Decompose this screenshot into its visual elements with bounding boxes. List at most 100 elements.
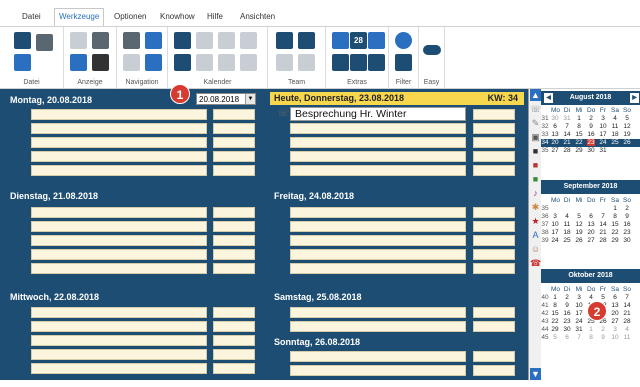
appointment-entry[interactable]: Besprechung Hr. Winter xyxy=(290,107,466,121)
calendar-week-icon[interactable] xyxy=(196,32,213,49)
calendar-day[interactable]: 17 xyxy=(599,131,607,138)
date-picker[interactable]: 20.08.2018 ▼ xyxy=(196,93,256,105)
appointment-slot[interactable] xyxy=(290,351,466,362)
calendar-day[interactable]: 25 xyxy=(563,237,571,244)
appointment-time-slot[interactable] xyxy=(213,221,255,232)
layout-icon[interactable] xyxy=(92,32,109,49)
appointment-time-slot[interactable] xyxy=(473,365,515,376)
letter-a-icon[interactable]: A xyxy=(530,229,541,241)
calendar-day[interactable]: 16 xyxy=(587,131,595,138)
calendar-date-icon[interactable]: 28 xyxy=(350,32,367,49)
appointment-slot[interactable] xyxy=(31,235,207,246)
appointment-slot[interactable] xyxy=(290,321,466,332)
alarm-icon[interactable]: ☎ xyxy=(530,257,541,269)
contacts-icon[interactable] xyxy=(276,32,293,49)
calendar-day[interactable]: 19 xyxy=(623,131,631,138)
calendar-day[interactable]: 18 xyxy=(611,131,619,138)
prev-month-icon[interactable]: ◀ xyxy=(544,93,553,103)
calendar-day[interactable]: 24 xyxy=(599,139,607,146)
calendar-day[interactable]: 8 xyxy=(551,302,559,309)
menu-ansichten[interactable]: Ansichten xyxy=(240,12,275,21)
appointment-time-slot[interactable] xyxy=(213,137,255,148)
calendar-day[interactable]: 2 xyxy=(623,205,631,212)
calendar-day[interactable]: 10 xyxy=(551,221,559,228)
calendar-day[interactable]: 1 xyxy=(575,115,583,122)
appointment-slot[interactable] xyxy=(31,151,207,162)
view-icon[interactable] xyxy=(70,32,87,49)
calendar-day[interactable]: 23 xyxy=(563,318,571,325)
calendar-day[interactable]: 10 xyxy=(575,302,583,309)
calendar-day[interactable]: 15 xyxy=(575,131,583,138)
appointment-slot[interactable] xyxy=(31,349,207,360)
printer-icon[interactable]: ■ xyxy=(530,145,541,157)
calendar-day[interactable]: 1 xyxy=(551,294,559,301)
appointment-time-slot[interactable] xyxy=(473,109,515,120)
gift-icon[interactable] xyxy=(350,54,367,71)
calendar-day[interactable]: 4 xyxy=(563,213,571,220)
appointment-time-slot[interactable] xyxy=(473,137,515,148)
calendar-day[interactable]: 30 xyxy=(551,115,559,122)
appointment-time-slot[interactable] xyxy=(473,151,515,162)
calendar-timeline-icon[interactable] xyxy=(240,54,257,71)
chevron-down-icon[interactable]: ▼ xyxy=(245,94,255,104)
globe-icon[interactable] xyxy=(395,32,412,49)
calendar-day[interactable]: 22 xyxy=(551,318,559,325)
team-chat-icon[interactable] xyxy=(276,54,293,71)
appointment-time-slot[interactable] xyxy=(473,249,515,260)
appointment-time-slot[interactable] xyxy=(213,263,255,274)
calendar-day[interactable]: 14 xyxy=(623,302,631,309)
award-icon[interactable] xyxy=(368,32,385,49)
hourglass-icon[interactable] xyxy=(368,54,385,71)
appointment-slot[interactable] xyxy=(290,137,466,148)
menu-werkzeuge[interactable]: Werkzeuge xyxy=(54,8,105,27)
calendar-day[interactable]: 13 xyxy=(551,131,559,138)
print-icon[interactable] xyxy=(36,34,53,51)
appointment-time-slot[interactable] xyxy=(473,307,515,318)
appointment-time-slot[interactable] xyxy=(213,151,255,162)
calendar-day[interactable]: 4 xyxy=(623,326,631,333)
appointment-slot[interactable] xyxy=(290,263,466,274)
appointment-slot[interactable] xyxy=(31,335,207,346)
calendar-day[interactable]: 5 xyxy=(599,294,607,301)
calendar-day[interactable]: 21 xyxy=(563,139,571,146)
calendar-day[interactable]: 28 xyxy=(599,237,607,244)
filter-icon[interactable] xyxy=(395,54,412,71)
team-members-icon[interactable] xyxy=(298,54,315,71)
calendar-day[interactable]: 29 xyxy=(575,147,583,154)
appointment-slot[interactable] xyxy=(31,221,207,232)
calendar-day[interactable]: 17 xyxy=(575,310,583,317)
calendar-day[interactable]: 21 xyxy=(599,229,607,236)
appointment-slot[interactable] xyxy=(31,109,207,120)
calendar-day[interactable]: 7 xyxy=(575,334,583,341)
appointment-slot[interactable] xyxy=(290,365,466,376)
appointment-time-slot[interactable] xyxy=(473,123,515,134)
branch-icon[interactable] xyxy=(145,54,162,71)
calendar-day[interactable]: 1 xyxy=(611,205,619,212)
calendar-day[interactable]: 12 xyxy=(575,221,583,228)
appointment-slot[interactable] xyxy=(31,137,207,148)
person-icon[interactable]: ☺ xyxy=(530,243,541,255)
calendar-day[interactable]: 22 xyxy=(575,139,583,146)
calendar-day[interactable]: 20 xyxy=(587,229,595,236)
calendar-day[interactable]: 9 xyxy=(587,123,595,130)
calendar-day[interactable]: 7 xyxy=(599,213,607,220)
appointment-slot[interactable] xyxy=(290,249,466,260)
calendar-day-today[interactable]: 23 xyxy=(587,139,595,146)
calendar-day[interactable]: 30 xyxy=(563,326,571,333)
calendar-day[interactable]: 9 xyxy=(599,334,607,341)
calendar-day[interactable]: 3 xyxy=(575,294,583,301)
calendar-day-icon[interactable] xyxy=(174,32,191,49)
appointment-time-slot[interactable] xyxy=(213,307,255,318)
appointment-time-slot[interactable] xyxy=(473,321,515,332)
menu-knowhow[interactable]: Knowhow xyxy=(160,12,195,21)
calendar-day[interactable]: 11 xyxy=(623,334,631,341)
structure-icon[interactable] xyxy=(145,32,162,49)
appointment-time-slot[interactable] xyxy=(213,349,255,360)
appointment-slot[interactable] xyxy=(290,151,466,162)
calendar-day[interactable]: 6 xyxy=(587,213,595,220)
menu-datei[interactable]: Datei xyxy=(22,12,41,21)
calendar-day[interactable]: 16 xyxy=(563,310,571,317)
edit-icon[interactable] xyxy=(332,32,349,49)
calendar-day[interactable]: 11 xyxy=(563,221,571,228)
calendar-day[interactable]: 31 xyxy=(563,115,571,122)
